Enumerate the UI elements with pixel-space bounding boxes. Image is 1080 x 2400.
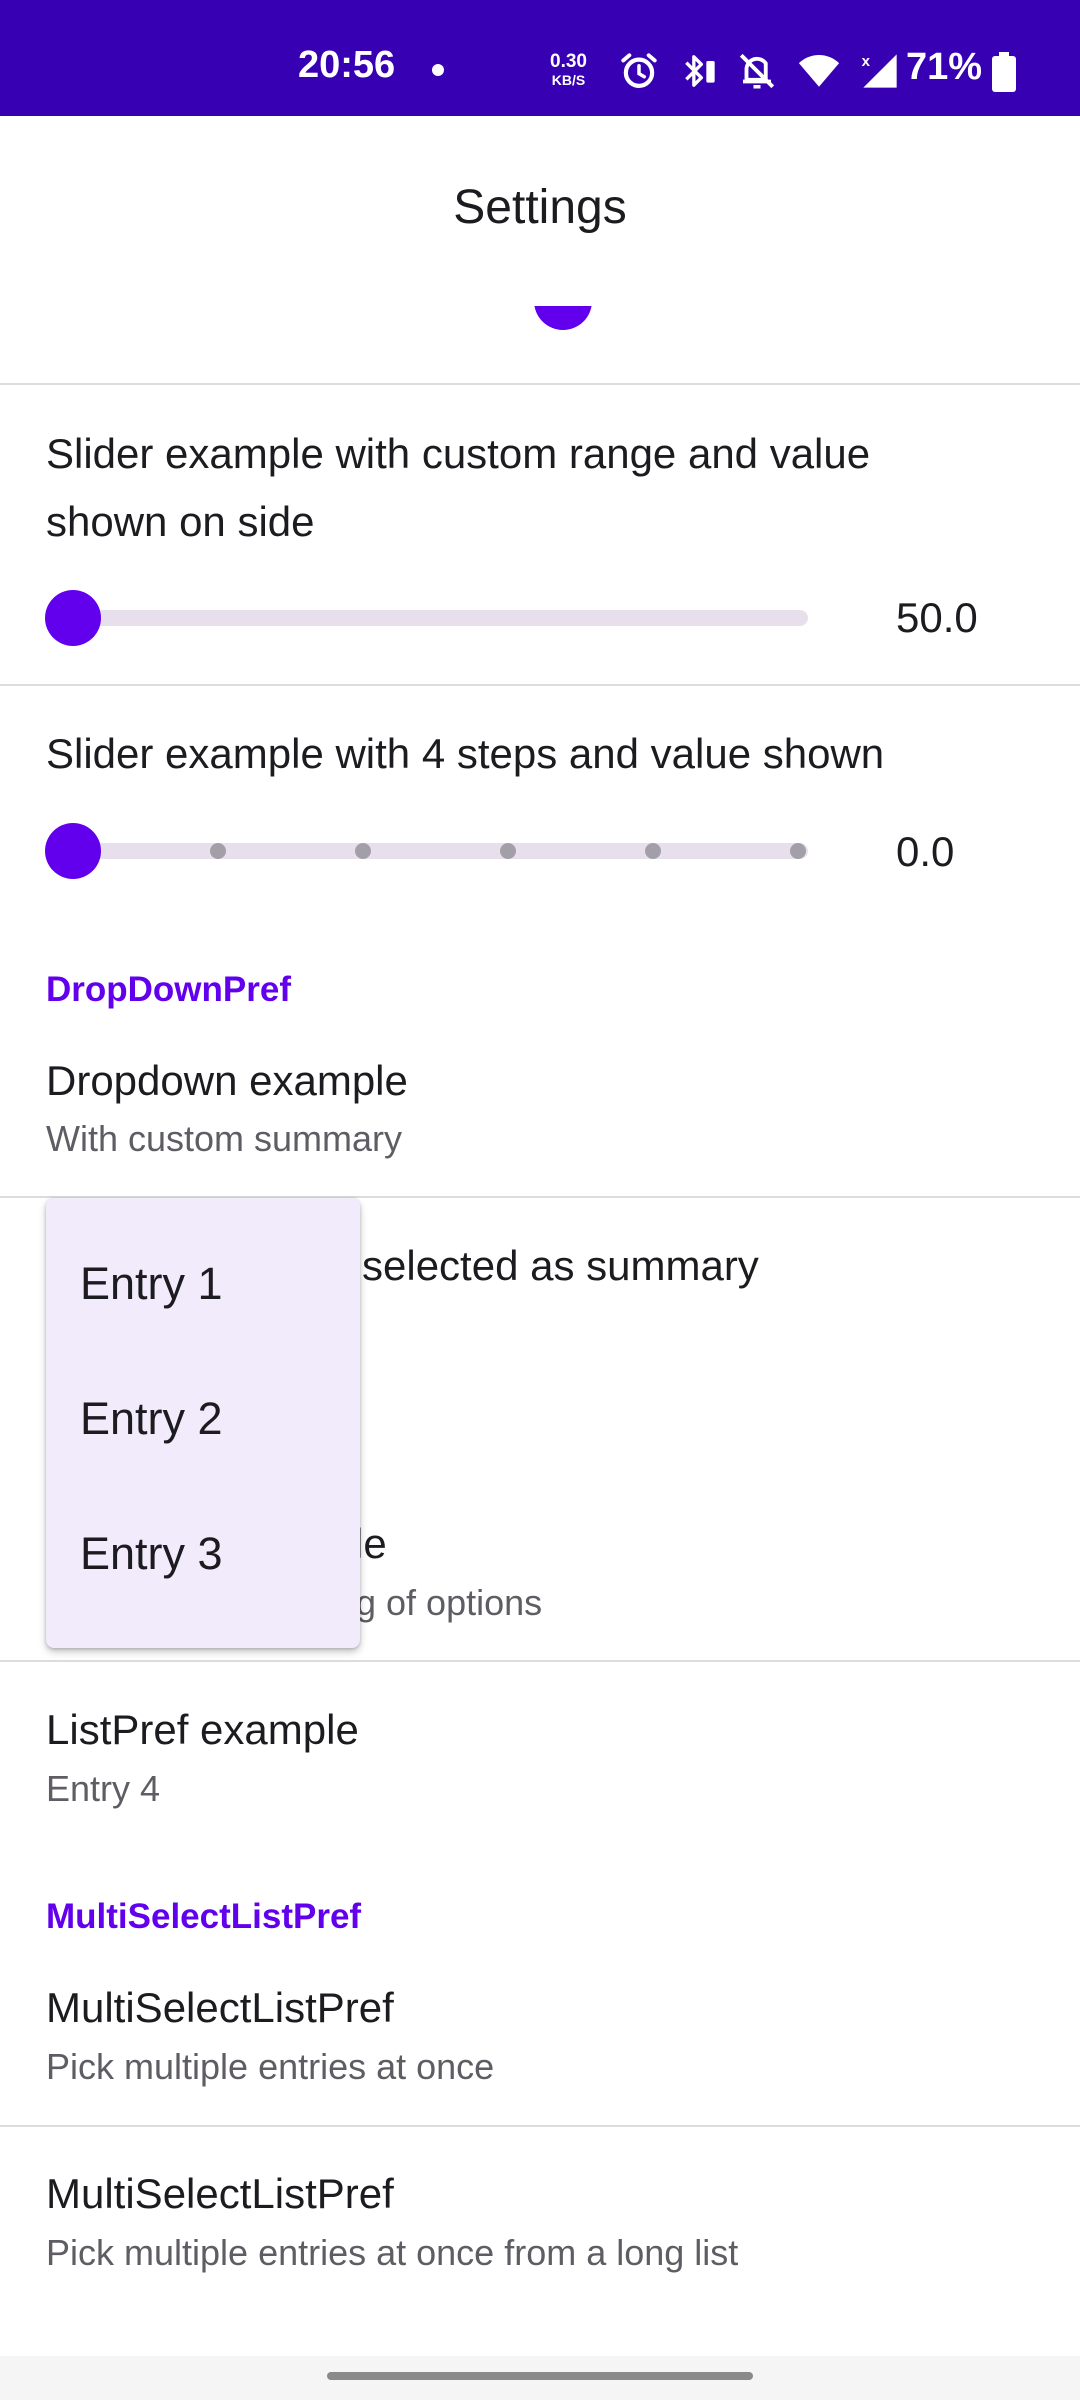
- slider-title: Slider example with 4 steps and value sh…: [46, 730, 885, 777]
- dropdown-item-entry-1[interactable]: Entry 1: [46, 1218, 360, 1352]
- partial-slider-thumb[interactable]: [534, 306, 592, 346]
- pref-summary: With custom summary: [46, 1118, 403, 1159]
- bluetooth-battery-icon: [678, 50, 718, 92]
- pref-title: ListPref example: [46, 1706, 359, 1753]
- category-header-multiselect: MultiSelectListPref: [46, 1897, 362, 1936]
- wifi-icon: [796, 50, 842, 92]
- dropdown-item-label: Entry 3: [80, 1528, 223, 1579]
- slider-thumb[interactable]: [45, 590, 101, 646]
- slider-tick: [500, 843, 516, 859]
- dropdown-item-label: Entry 1: [80, 1258, 223, 1309]
- app-bar: Settings: [0, 116, 1080, 304]
- dropdown-item-label: Entry 2: [80, 1393, 223, 1444]
- slider-value: 50.0: [896, 594, 978, 641]
- slider-title-line-2: shown on side: [46, 498, 315, 545]
- divider: [0, 1660, 1080, 1662]
- page-title: Settings: [453, 181, 627, 234]
- battery-percent: 71%: [906, 46, 983, 88]
- category-header-dropdown: DropDownPref: [46, 970, 291, 1009]
- dropdown-menu: Entry 1 Entry 2 Entry 3: [46, 1198, 360, 1648]
- pref-title: MultiSelectListPref: [46, 1984, 394, 2031]
- slider-track[interactable]: [46, 610, 808, 626]
- pref-title: Dropdown example: [46, 1057, 408, 1104]
- network-speed: 0.30 KB/S: [550, 51, 587, 89]
- network-speed-value: 0.30: [550, 51, 587, 72]
- dropdown-item-entry-3[interactable]: Entry 3: [46, 1488, 360, 1622]
- slider-thumb[interactable]: [45, 823, 101, 879]
- divider: [0, 2125, 1080, 2127]
- divider: [0, 383, 1080, 385]
- status-bar: 20:56 0.30 KB/S x 71%: [0, 0, 1080, 116]
- slider-tick: [790, 843, 806, 859]
- pref-title: selected as summary: [362, 1242, 759, 1289]
- svg-text:x: x: [862, 53, 871, 70]
- slider-tick: [210, 843, 226, 859]
- slider-track[interactable]: [46, 843, 808, 859]
- slider-value: 0.0: [896, 828, 955, 875]
- pref-summary: Pick multiple entries at once: [46, 2046, 495, 2087]
- signal-icon: x: [860, 50, 900, 92]
- alarm-icon: [618, 50, 660, 92]
- network-speed-unit: KB/S: [551, 72, 586, 88]
- pref-summary: Entry 4: [46, 1768, 161, 1809]
- gesture-handle[interactable]: [327, 2372, 753, 2380]
- pref-summary: Pick multiple entries at once from a lon…: [46, 2232, 739, 2273]
- notification-dot: [432, 64, 444, 76]
- divider: [0, 684, 1080, 686]
- slider-tick: [645, 843, 661, 859]
- status-time: 20:56: [298, 44, 396, 86]
- pref-title: MultiSelectListPref: [46, 2170, 394, 2217]
- bell-off-icon: [736, 50, 778, 92]
- battery-icon: [990, 52, 1018, 97]
- slider-tick: [355, 843, 371, 859]
- dropdown-item-entry-2[interactable]: Entry 2: [46, 1353, 360, 1487]
- status-icons: x: [618, 46, 900, 96]
- pref-summary: g of options: [356, 1582, 543, 1623]
- slider-title-line-1: Slider example with custom range and val…: [46, 430, 871, 477]
